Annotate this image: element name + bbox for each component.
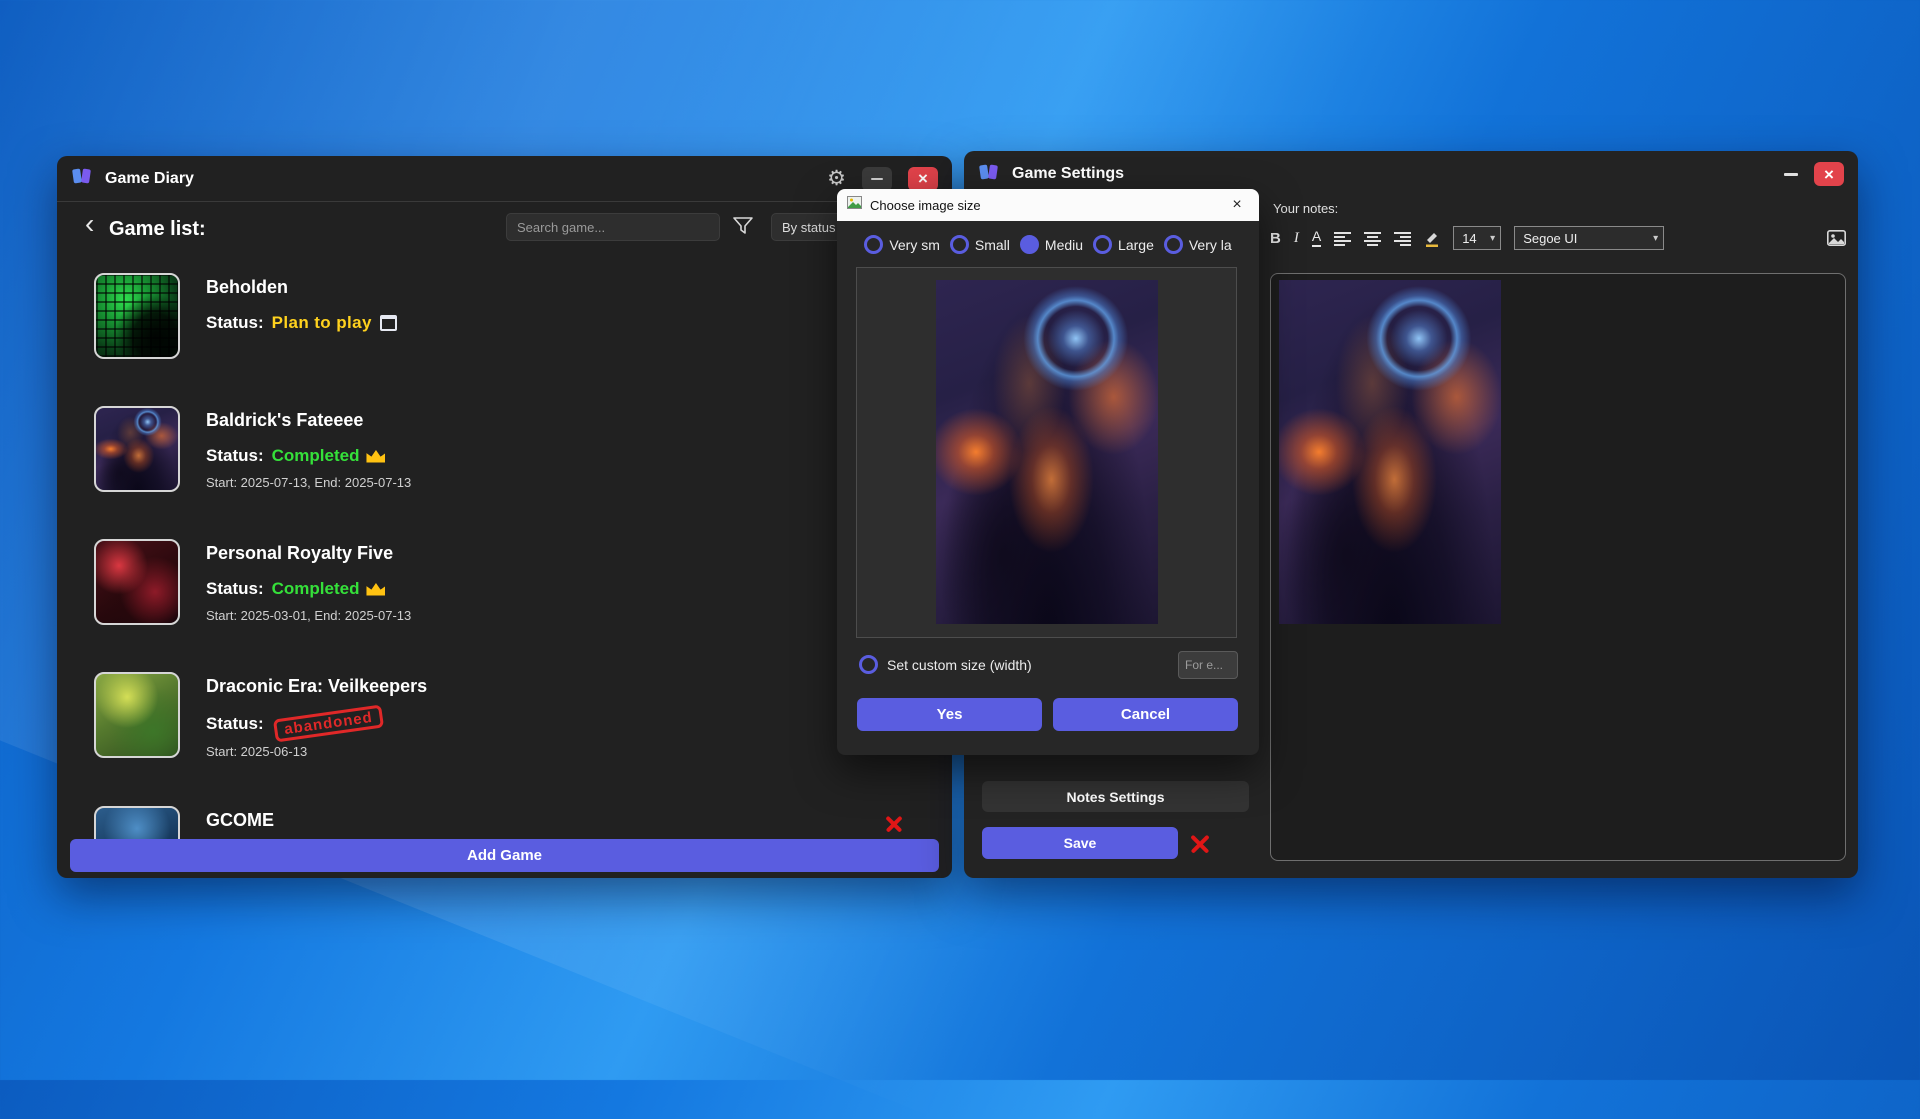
radio-icon[interactable] <box>1164 235 1183 254</box>
game-title: Draconic Era: Veilkeepers <box>206 676 427 697</box>
minimize-icon[interactable] <box>1784 173 1798 176</box>
size-option-very-small[interactable]: Very sm <box>864 235 940 254</box>
game-dates: Start: 2025-06-13 <box>206 744 427 759</box>
align-center-icon[interactable] <box>1364 231 1381 246</box>
game-list: Beholden Status: Plan to play Baldrick's… <box>94 273 910 839</box>
radio-icon[interactable] <box>859 655 878 674</box>
size-option-label: Small <box>975 237 1010 253</box>
status-label: Status: <box>206 313 264 333</box>
game-row-baldricks-fateeee[interactable]: Baldrick's Fateeee Status: Completed Sta… <box>94 406 910 492</box>
baldricks-cover-thumbnail <box>94 406 180 492</box>
gcome-cover-thumbnail <box>94 806 180 839</box>
bold-button[interactable]: B <box>1270 230 1281 247</box>
game-list-heading: Game list: <box>109 218 206 241</box>
radio-icon[interactable] <box>1093 235 1112 254</box>
your-notes-label: Your notes: <box>1273 201 1338 216</box>
status-label: Status: <box>206 446 264 466</box>
radio-selected-icon[interactable] <box>1020 235 1039 254</box>
draconic-cover-thumbnail <box>94 672 180 758</box>
font-name-dropdown[interactable]: Segoe UI ▾ <box>1514 226 1664 250</box>
game-row-draconic-era[interactable]: Draconic Era: Veilkeepers Status: abando… <box>94 672 910 759</box>
game-title: GCOME <box>206 810 274 831</box>
align-right-icon[interactable] <box>1394 231 1411 246</box>
filter-funnel-icon[interactable] <box>733 217 753 240</box>
notes-settings-button[interactable]: Notes Settings <box>982 781 1249 812</box>
game-title: Personal Royalty Five <box>206 543 411 564</box>
crown-icon <box>366 583 385 596</box>
cancel-cross-icon[interactable] <box>1188 832 1211 855</box>
dialog-close-icon[interactable]: × <box>1225 197 1249 213</box>
status-filter-label: By status <box>782 220 835 235</box>
font-size-value: 14 <box>1462 231 1476 246</box>
size-option-label: Very la <box>1189 237 1232 253</box>
crown-icon <box>366 450 385 463</box>
game-settings-app-icon <box>978 162 1000 187</box>
dialog-picture-icon <box>847 196 862 214</box>
notes-format-toolbar: B I A 14 ▾ Segoe UI ▾ <box>1270 223 1846 253</box>
status-label: Status: <box>206 714 264 734</box>
size-option-label: Mediu <box>1045 237 1083 253</box>
game-title: Beholden <box>206 277 397 298</box>
game-diary-app-icon <box>71 166 93 191</box>
minimize-button[interactable] <box>862 167 892 191</box>
image-preview-artwork <box>936 280 1158 624</box>
back-chevron-icon[interactable]: ‹ <box>85 210 94 238</box>
notes-editor[interactable] <box>1270 273 1846 861</box>
image-preview-panel <box>856 267 1237 638</box>
save-button[interactable]: Save <box>982 827 1178 859</box>
align-left-icon[interactable] <box>1334 231 1351 246</box>
game-dates: Start: 2025-03-01, End: 2025-07-13 <box>206 608 411 623</box>
dialog-titlebar[interactable]: Choose image size × <box>837 189 1259 221</box>
size-option-label: Very sm <box>889 237 940 253</box>
custom-size-label: Set custom size (width) <box>887 657 1032 673</box>
settings-gear-icon[interactable]: ⚙ <box>827 168 846 189</box>
custom-width-input[interactable] <box>1178 651 1238 679</box>
game-row-personal-royalty-five[interactable]: Personal Royalty Five Status: Completed … <box>94 539 910 625</box>
royalty-cover-thumbnail <box>94 539 180 625</box>
game-row-gcome[interactable]: GCOME <box>94 806 910 839</box>
remove-game-icon[interactable] <box>884 814 904 834</box>
underline-button[interactable]: A <box>1312 229 1321 246</box>
size-options-group: Very sm Small Mediu Large Very la <box>837 235 1259 254</box>
radio-icon[interactable] <box>864 235 883 254</box>
font-name-value: Segoe UI <box>1523 231 1577 246</box>
game-diary-window: Game Diary ⚙ × ‹ Game list: By status ▾ … <box>57 156 952 878</box>
status-label: Status: <box>206 579 264 599</box>
status-value: Completed <box>272 446 360 466</box>
close-button[interactable]: × <box>908 167 938 191</box>
radio-icon[interactable] <box>950 235 969 254</box>
yes-button[interactable]: Yes <box>857 698 1042 731</box>
chevron-down-icon: ▾ <box>1490 233 1495 244</box>
cancel-button[interactable]: Cancel <box>1053 698 1238 731</box>
game-diary-title: Game Diary <box>105 170 194 188</box>
chevron-down-icon: ▾ <box>1653 233 1658 244</box>
size-option-medium-selected[interactable]: Mediu <box>1020 235 1083 254</box>
dialog-title: Choose image size <box>870 198 981 213</box>
status-value-abandoned-stamp: abandoned <box>273 705 384 743</box>
calendar-icon <box>380 315 397 331</box>
size-option-small[interactable]: Small <box>950 235 1010 254</box>
highlight-pen-icon[interactable] <box>1424 230 1440 247</box>
game-settings-title: Game Settings <box>1012 165 1124 183</box>
game-title: Baldrick's Fateeee <box>206 410 411 431</box>
font-size-dropdown[interactable]: 14 ▾ <box>1453 226 1501 250</box>
close-button[interactable]: × <box>1814 162 1844 186</box>
size-option-label: Large <box>1118 237 1154 253</box>
game-dates: Start: 2025-07-13, End: 2025-07-13 <box>206 475 411 490</box>
status-value: Plan to play <box>272 313 372 333</box>
size-option-large[interactable]: Large <box>1093 235 1154 254</box>
size-option-very-large[interactable]: Very la <box>1164 235 1232 254</box>
italic-button[interactable]: I <box>1294 230 1299 247</box>
search-input[interactable] <box>506 213 720 241</box>
game-row-beholden[interactable]: Beholden Status: Plan to play <box>94 273 910 359</box>
beholden-cover-thumbnail <box>94 273 180 359</box>
note-embedded-artwork[interactable] <box>1279 280 1501 624</box>
choose-image-size-dialog: Choose image size × Very sm Small Mediu … <box>837 189 1259 755</box>
insert-image-icon[interactable] <box>1827 230 1846 246</box>
add-game-button[interactable]: Add Game <box>70 839 939 872</box>
status-value: Completed <box>272 579 360 599</box>
custom-size-option[interactable]: Set custom size (width) <box>859 655 1032 674</box>
minimize-icon <box>871 178 883 180</box>
game-diary-titlebar[interactable]: Game Diary ⚙ × <box>57 156 952 202</box>
